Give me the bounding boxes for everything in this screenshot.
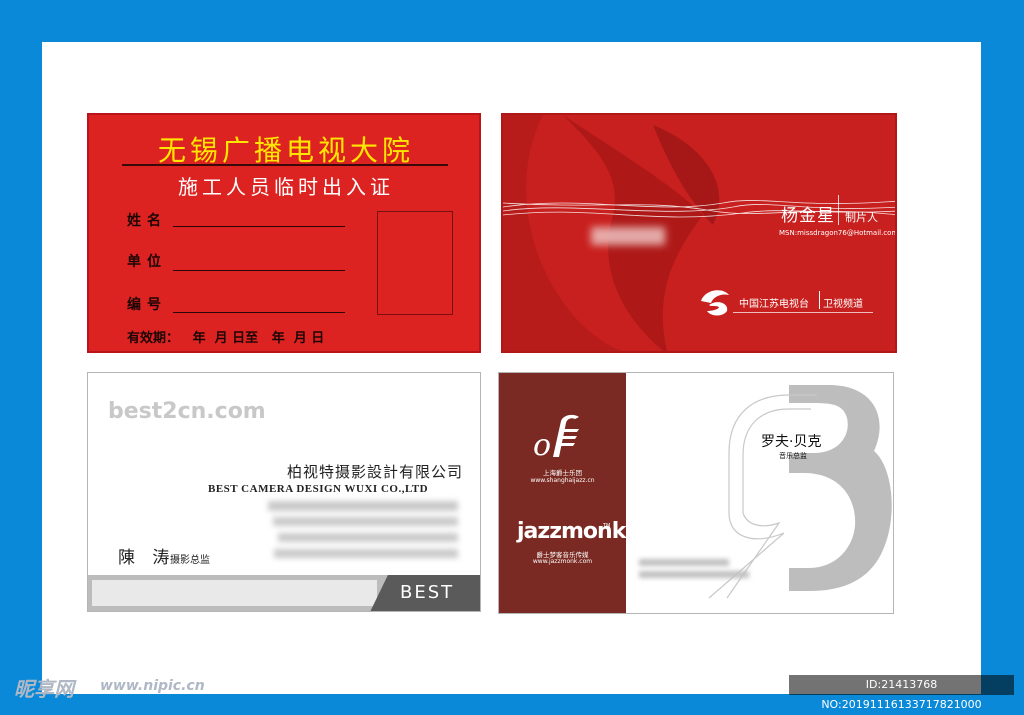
jazzmonk-business-card: o 上海爵士乐团 www.shanghaijazz.cn jazzmonk TM… <box>498 372 894 614</box>
name-divider <box>838 195 839 225</box>
photo-box <box>377 211 453 315</box>
person-role: 摄影总监 <box>170 555 210 566</box>
jazz-band-logo-icon: o <box>533 414 579 463</box>
jazz-group-website: www.shanghaijazz.cn <box>530 477 595 484</box>
brand-text: BEST <box>400 582 455 603</box>
watermark-site: www.nipic.cn <box>100 678 205 694</box>
website-text: best2cn.com <box>108 399 266 424</box>
trademark-mark: TM <box>603 523 611 529</box>
person-name: 杨金星 <box>781 206 835 226</box>
number-field-line <box>173 312 345 313</box>
footer-band-inner <box>92 580 377 606</box>
name-field-line <box>173 226 345 227</box>
pass-subtitle: 施工人员临时出入证 <box>178 175 394 199</box>
person-role: 制片人 <box>845 211 878 224</box>
unit-field-line <box>173 270 345 271</box>
org-underline <box>733 312 873 313</box>
org-name: 中国江苏电视台 <box>739 299 809 310</box>
pass-title: 无锡广播电视大院 <box>157 134 414 167</box>
number-label: 编号 <box>127 297 167 313</box>
brand-panel <box>499 373 626 613</box>
validity-text: 有效期： 年 月 日至 年 月 日 <box>127 331 325 346</box>
blurred-contact-1 <box>639 559 729 566</box>
watermark-logo: 昵享网 <box>14 677 74 701</box>
name-label: 姓名 <box>127 213 167 229</box>
image-id-label: ID:21413768 NO:20191116133717821000 <box>789 675 1014 711</box>
jazz-group-name: 上海爵士乐团 <box>543 469 582 477</box>
blurred-line-2 <box>273 517 458 526</box>
design-sheet: 无锡广播电视大院 施工人员临时出入证 姓名 单位 编号 有效期： 年 月 日至 … <box>42 42 981 694</box>
jstv-logo-icon <box>701 290 729 316</box>
blurred-contact-2 <box>639 571 749 578</box>
person-name: 陳 涛 <box>118 548 176 568</box>
blurred-line-3 <box>278 533 458 542</box>
org-divider <box>819 291 820 309</box>
best-business-card: best2cn.com 柏视特摄影設計有限公司 BEST CAMERA DESI… <box>87 372 481 612</box>
blurred-line-4 <box>274 549 458 558</box>
msn-address: MSN:missdragon76@Hotmail.com <box>779 229 897 237</box>
blurred-contact <box>591 227 665 245</box>
unit-label: 单位 <box>127 254 167 270</box>
company-name-cn: 柏视特摄影設計有限公司 <box>286 463 463 481</box>
tv-business-card: 杨金星 制片人 MSN:missdragon76@Hotmail.com 中国江… <box>501 113 897 353</box>
media-company-website: www.jazzmonk.com <box>532 558 593 565</box>
person-name: 罗夫·贝克 <box>761 434 822 450</box>
channel-name: 卫视频道 <box>823 299 863 310</box>
company-name-en: BEST CAMERA DESIGN WUXI CO.,LTD <box>208 483 429 495</box>
blurred-line-1 <box>268 501 458 511</box>
construction-pass-card: 无锡广播电视大院 施工人员临时出入证 姓名 单位 编号 有效期： 年 月 日至 … <box>87 113 481 353</box>
person-role: 音乐总监 <box>779 452 807 460</box>
title-underline <box>122 164 448 166</box>
svg-text:o: o <box>533 428 551 463</box>
